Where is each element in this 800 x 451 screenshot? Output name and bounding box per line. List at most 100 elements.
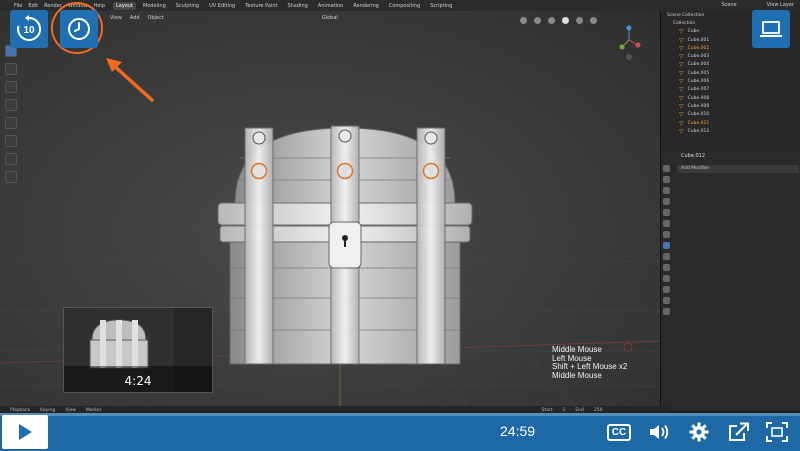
outliner-item[interactable]: ▽ Cube.006 — [661, 77, 800, 85]
mesh-icon: ▽ — [679, 86, 684, 94]
object-tab-icon[interactable] — [663, 231, 670, 238]
scene-selector[interactable]: Scene — [721, 2, 736, 8]
viewport-menu-object[interactable]: Object — [148, 15, 164, 21]
outliner-item[interactable]: ▽ Cube.003 — [661, 52, 800, 60]
material-tab-icon[interactable] — [663, 297, 670, 304]
outliner-item[interactable]: ▽ Cube.012 — [661, 127, 800, 135]
tab-compositing[interactable]: Compositing — [386, 2, 423, 10]
properties-panel: Cube.012 Add Modifier — [660, 151, 800, 411]
preview-timestamp: 4:24 — [64, 366, 212, 392]
captions-button[interactable]: CC — [606, 420, 632, 444]
keypress-overlay: Middle Mouse Left Mouse Shift + Left Mou… — [552, 345, 627, 380]
top-bar-right: Scene View Layer — [721, 2, 794, 8]
tab-uv-editing[interactable]: UV Editing — [206, 2, 238, 10]
mesh-icon: ▽ — [679, 119, 684, 127]
properties-object-name[interactable]: Cube.012 — [681, 153, 705, 159]
move-tool-icon[interactable] — [5, 81, 17, 93]
navigation-gizmo[interactable] — [614, 25, 644, 65]
outliner-item[interactable]: ▽ Cube.004 — [661, 61, 800, 69]
tab-scripting[interactable]: Scripting — [427, 2, 455, 10]
shading-rendered-icon[interactable] — [590, 17, 597, 24]
workspace-tabs: Layout Modeling Sculpting UV Editing Tex… — [113, 1, 455, 10]
transform-orientation-select[interactable]: Global — [322, 15, 338, 21]
outliner-item[interactable]: ▽ Cube.008 — [661, 94, 800, 102]
replay-10-icon: 10 — [17, 15, 42, 41]
mesh-icon: ▽ — [679, 69, 684, 77]
treasure-chest-model[interactable] — [215, 118, 475, 373]
tab-animation[interactable]: Animation — [315, 2, 347, 10]
shading-wireframe-icon[interactable] — [548, 17, 555, 24]
mesh-icon: ▽ — [679, 78, 684, 86]
outliner-item[interactable]: ▽ Cube.005 — [661, 69, 800, 77]
rotate-tool-icon[interactable] — [5, 99, 17, 111]
blender-top-bar: File Edit Render Window Help Layout Mode… — [0, 0, 800, 11]
mesh-icon: ▽ — [679, 102, 684, 110]
outliner-item[interactable]: ▽ Cube.007 — [661, 86, 800, 94]
scale-tool-icon[interactable] — [5, 117, 17, 129]
data-tab-icon[interactable] — [663, 286, 670, 293]
settings-button[interactable] — [686, 420, 712, 444]
texture-tab-icon[interactable] — [663, 308, 670, 315]
history-button[interactable] — [60, 10, 98, 48]
tab-texture-paint[interactable]: Texture Paint — [242, 2, 280, 10]
mesh-icon: ▽ — [679, 111, 684, 119]
shading-material-icon[interactable] — [576, 17, 583, 24]
constraints-tab-icon[interactable] — [663, 275, 670, 282]
replay-10-button[interactable]: 10 — [10, 10, 48, 48]
output-tab-icon[interactable] — [663, 187, 670, 194]
mesh-icon: ▽ — [679, 44, 684, 52]
physics-tab-icon[interactable] — [663, 264, 670, 271]
shading-solid-icon[interactable] — [562, 17, 569, 24]
replay-seconds-label: 10 — [23, 25, 35, 36]
xray-icon[interactable] — [534, 17, 541, 24]
annotate-tool-icon[interactable] — [5, 153, 17, 165]
outliner-item[interactable]: ▽ Cube.010 — [661, 111, 800, 119]
wrench-icon[interactable] — [663, 242, 670, 249]
progress-bar[interactable] — [0, 413, 800, 416]
particles-tab-icon[interactable] — [663, 253, 670, 260]
tab-rendering[interactable]: Rendering — [350, 2, 382, 10]
transform-tool-icon[interactable] — [5, 135, 17, 147]
play-button[interactable] — [2, 415, 48, 449]
player-control-bar — [0, 413, 800, 451]
tab-modeling[interactable]: Modeling — [140, 2, 169, 10]
clock-icon — [68, 18, 90, 40]
tab-layout[interactable]: Layout — [113, 1, 136, 10]
measure-tool-icon[interactable] — [5, 171, 17, 183]
closed-captions-icon: CC — [606, 423, 632, 441]
mesh-icon: ▽ — [679, 53, 684, 61]
tab-shading[interactable]: Shading — [284, 2, 310, 10]
tab-sculpting[interactable]: Sculpting — [173, 2, 202, 10]
chapter-preview-thumbnail: 4:24 — [63, 307, 213, 393]
mesh-icon: ▽ — [679, 28, 684, 36]
scene-tab-icon[interactable] — [663, 209, 670, 216]
volume-button[interactable] — [646, 420, 672, 444]
menu-help[interactable]: Help — [94, 3, 105, 9]
mesh-icon: ▽ — [679, 127, 684, 135]
view-layer-selector[interactable]: View Layer — [767, 2, 794, 8]
overlay-toggle-icon[interactable] — [520, 17, 527, 24]
gear-icon — [689, 422, 709, 442]
add-modifier-dropdown[interactable]: Add Modifier — [677, 165, 799, 173]
share-icon — [729, 422, 749, 441]
cursor-tool-icon[interactable] — [5, 63, 17, 75]
menu-edit[interactable]: Edit — [28, 3, 38, 9]
viewport-menu-add[interactable]: Add — [130, 15, 140, 21]
fullscreen-icon — [766, 422, 788, 442]
tool-tab-icon[interactable] — [663, 165, 670, 172]
video-duration: 24:59 — [500, 423, 536, 439]
render-tab-icon[interactable] — [663, 176, 670, 183]
play-icon — [19, 424, 32, 440]
menu-file[interactable]: File — [14, 3, 22, 9]
fullscreen-button[interactable] — [764, 420, 790, 444]
world-tab-icon[interactable] — [663, 220, 670, 227]
mesh-icon: ▽ — [679, 94, 684, 102]
share-button[interactable] — [726, 420, 752, 444]
viewport-menu-view[interactable]: View — [110, 15, 122, 21]
annotation-arrow-icon — [106, 58, 154, 102]
device-view-button[interactable] — [752, 10, 790, 48]
viewport-shading-buttons — [520, 17, 597, 24]
outliner-item[interactable]: ▽ Cube.011 — [661, 119, 800, 127]
view-layer-tab-icon[interactable] — [663, 198, 670, 205]
outliner-item[interactable]: ▽ Cube.009 — [661, 102, 800, 110]
